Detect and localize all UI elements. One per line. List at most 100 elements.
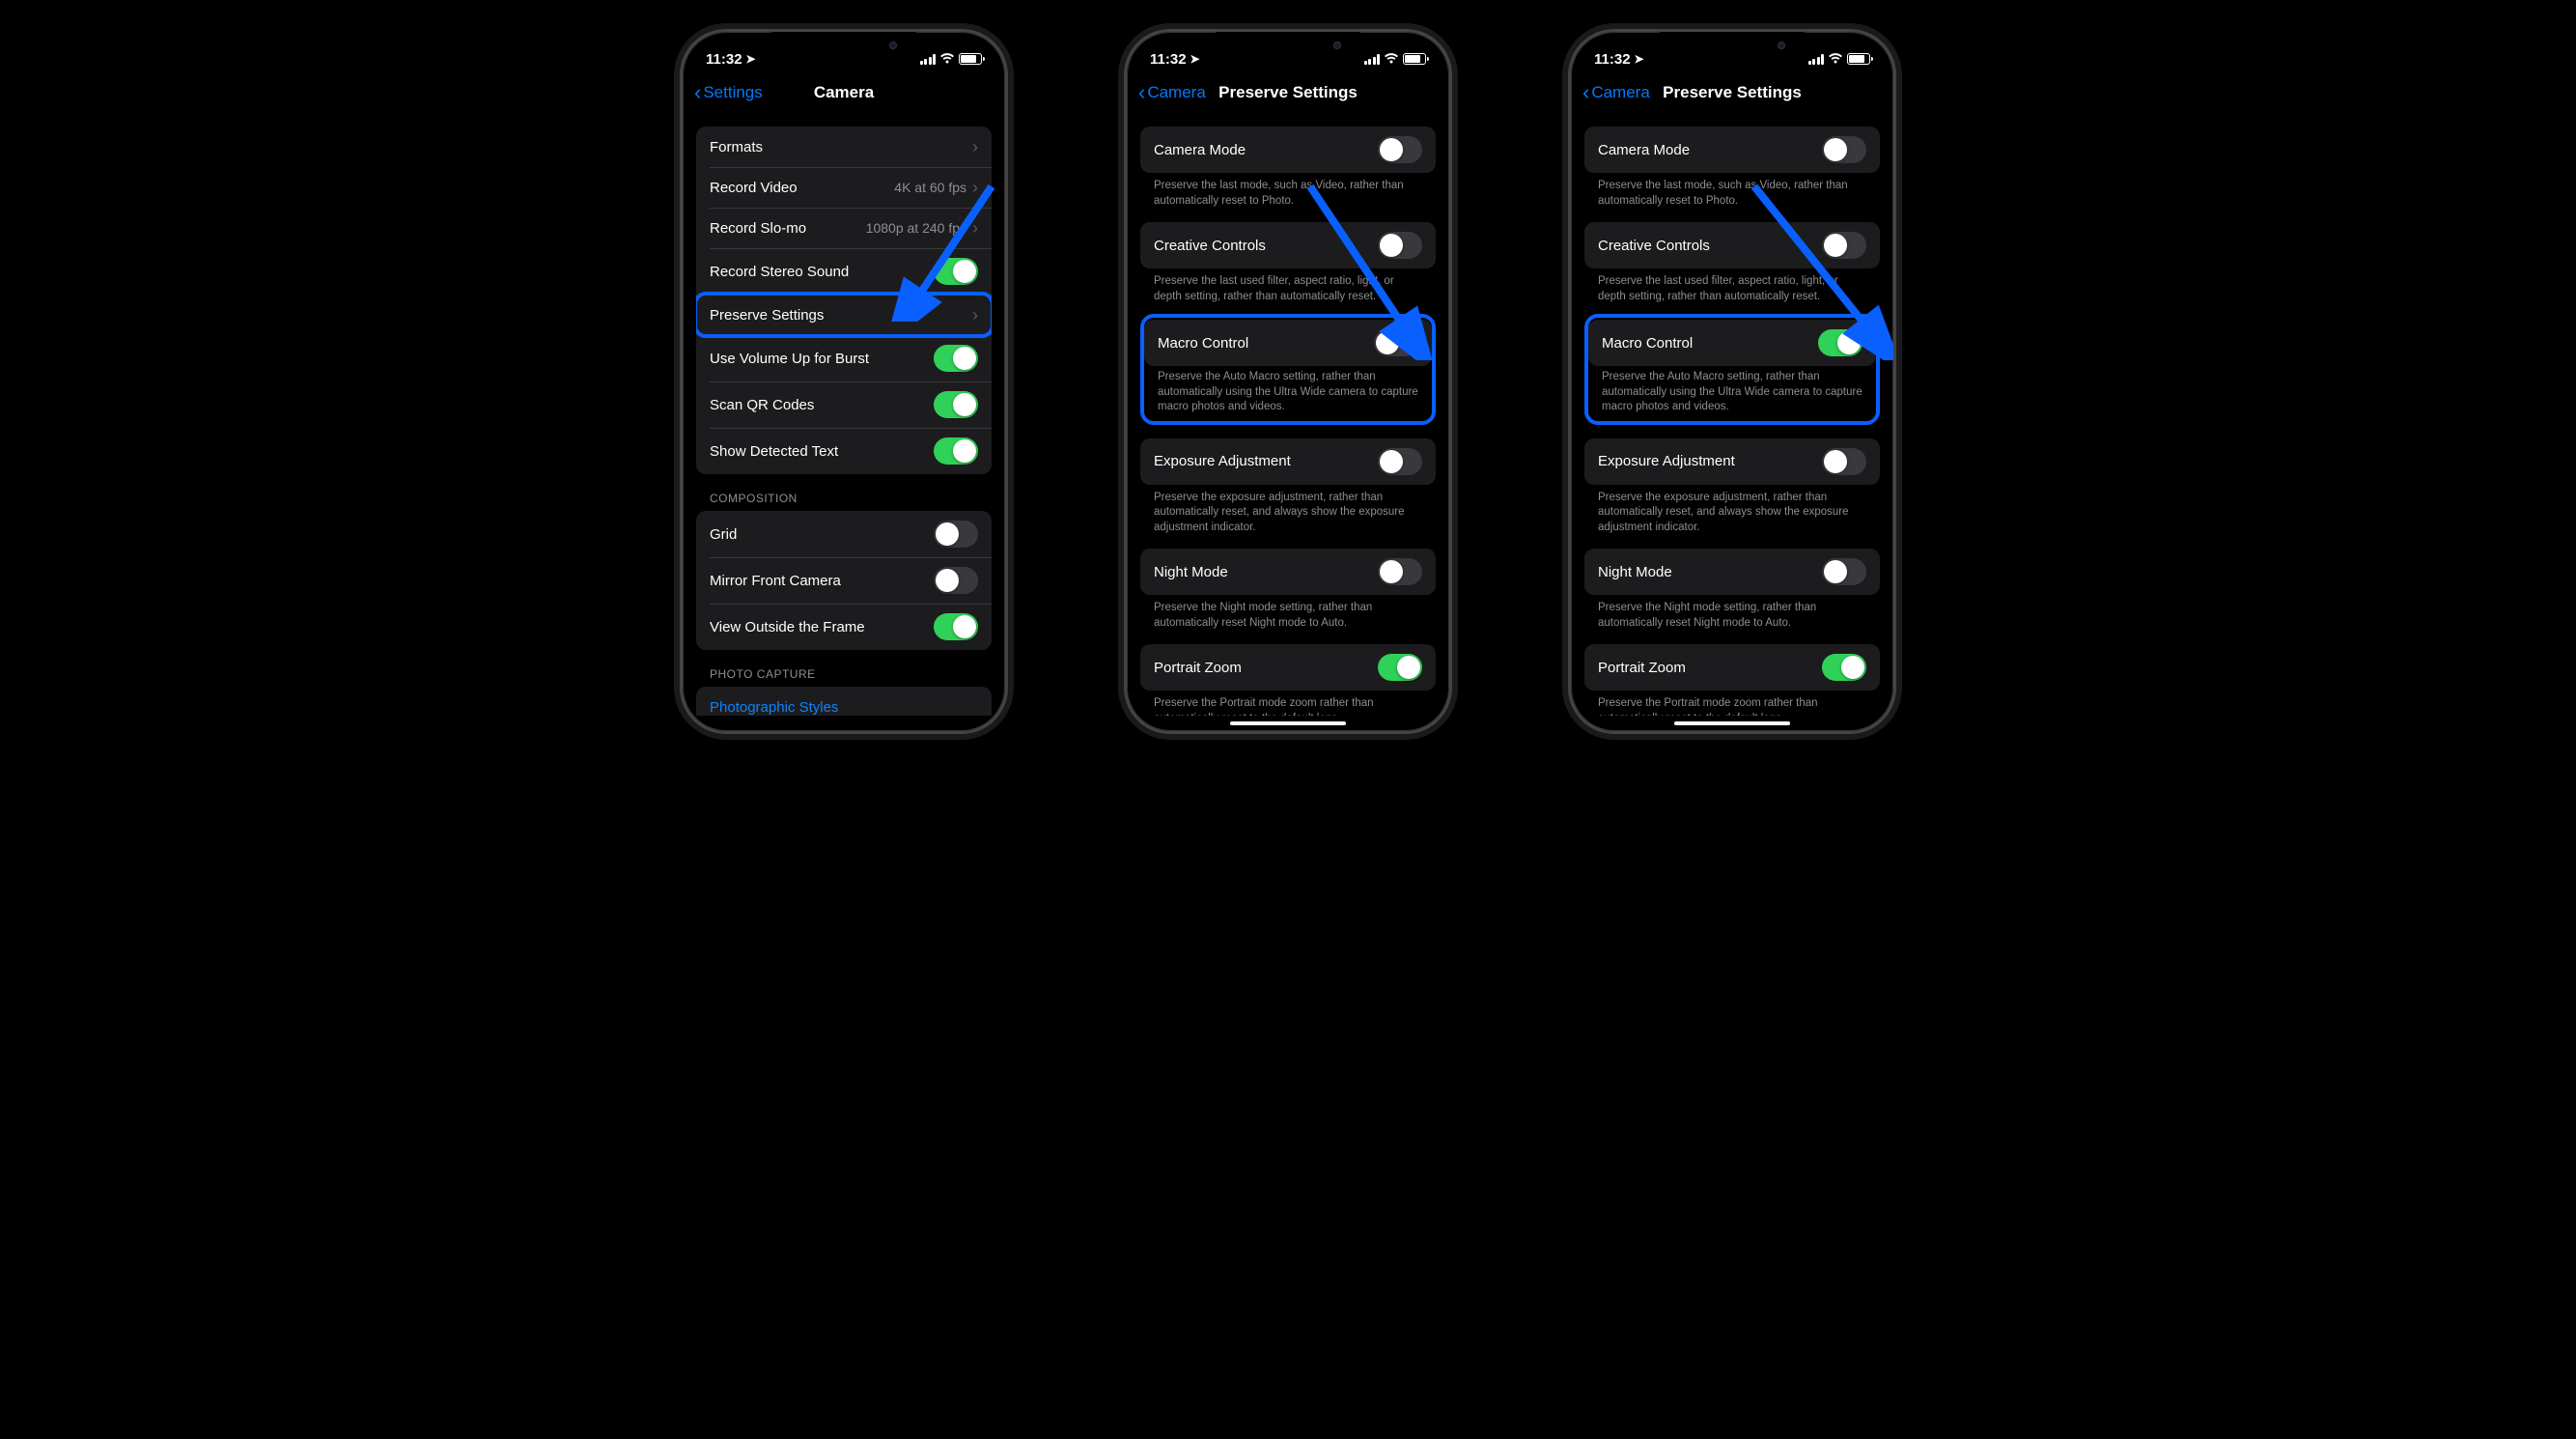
back-label: Camera — [1591, 83, 1649, 102]
creative-controls-toggle[interactable] — [1822, 232, 1866, 259]
exposure-footer: Preserve the exposure adjustment, rather… — [1584, 485, 1880, 536]
back-button[interactable]: ‹ Camera — [1138, 82, 1206, 103]
exposure-row: Exposure Adjustment — [1584, 438, 1880, 485]
macro-control-row: Macro Control — [1588, 320, 1876, 366]
page-title: Preserve Settings — [1218, 83, 1358, 102]
photographic-styles-row[interactable]: Photographic Styles — [696, 687, 992, 716]
portrait-zoom-toggle[interactable] — [1822, 654, 1866, 681]
scan-qr-row: Scan QR Codes — [696, 381, 992, 428]
navigation-bar: ‹ Settings Camera — [683, 74, 1005, 113]
scan-qr-toggle[interactable] — [934, 391, 978, 418]
grid-row: Grid — [696, 511, 992, 557]
mirror-toggle[interactable] — [934, 567, 978, 594]
back-button[interactable]: ‹ Settings — [694, 82, 763, 103]
macro-control-toggle[interactable] — [1374, 329, 1418, 356]
cellular-icon — [1808, 54, 1825, 65]
photo-capture-header: PHOTO CAPTURE — [696, 650, 992, 687]
page-title: Preserve Settings — [1663, 83, 1802, 102]
record-video-row[interactable]: Record Video 4K at 60 fps › — [696, 167, 992, 208]
content: Formats › Record Video 4K at 60 fps › Re… — [683, 113, 1005, 716]
camera-mode-row: Camera Mode — [1584, 127, 1880, 173]
back-label: Camera — [1147, 83, 1205, 102]
status-time: 11:32 — [1594, 51, 1631, 68]
exposure-toggle[interactable] — [1822, 448, 1866, 475]
camera-mode-footer: Preserve the last mode, such as Video, r… — [1584, 173, 1880, 209]
home-indicator[interactable] — [1674, 721, 1790, 725]
location-icon: ➤ — [1190, 52, 1200, 66]
status-time: 11:32 — [1150, 51, 1187, 68]
battery-icon — [1403, 53, 1426, 65]
notch — [1216, 32, 1360, 59]
wifi-icon — [1828, 53, 1843, 65]
macro-control-footer: Preserve the Auto Macro setting, rather … — [1144, 366, 1432, 417]
page-title: Camera — [814, 83, 874, 102]
volume-burst-row: Use Volume Up for Burst — [696, 335, 992, 381]
navigation-bar: ‹ Camera Preserve Settings — [1571, 74, 1893, 113]
record-slomo-row[interactable]: Record Slo-mo 1080p at 240 fps › — [696, 208, 992, 248]
wifi-icon — [939, 53, 955, 65]
show-detected-row: Show Detected Text — [696, 428, 992, 474]
creative-controls-footer: Preserve the last used filter, aspect ra… — [1584, 268, 1880, 304]
portrait-zoom-footer: Preserve the Portrait mode zoom rather t… — [1140, 691, 1436, 716]
chevron-left-icon: ‹ — [694, 82, 701, 103]
notch — [1660, 32, 1805, 59]
formats-row[interactable]: Formats › — [696, 127, 992, 167]
portrait-zoom-row: Portrait Zoom — [1584, 644, 1880, 691]
portrait-zoom-footer: Preserve the Portrait mode zoom rather t… — [1584, 691, 1880, 716]
chevron-left-icon: ‹ — [1582, 82, 1589, 103]
cellular-icon — [1364, 54, 1381, 65]
camera-mode-toggle[interactable] — [1822, 136, 1866, 163]
mirror-row: Mirror Front Camera — [696, 557, 992, 604]
night-mode-toggle[interactable] — [1822, 558, 1866, 585]
location-icon: ➤ — [746, 52, 756, 66]
exposure-row: Exposure Adjustment — [1140, 438, 1436, 485]
back-button[interactable]: ‹ Camera — [1582, 82, 1650, 103]
creative-controls-toggle[interactable] — [1378, 232, 1422, 259]
chevron-right-icon: › — [972, 218, 978, 239]
battery-icon — [959, 53, 982, 65]
content: Camera Mode Preserve the last mode, such… — [1127, 113, 1449, 716]
camera-mode-row: Camera Mode — [1140, 127, 1436, 173]
composition-header: COMPOSITION — [696, 474, 992, 511]
phone-preserve-macro-off: 11:32 ➤ ‹ Camera Preserve Settings Camer… — [1124, 29, 1452, 734]
portrait-zoom-row: Portrait Zoom — [1140, 644, 1436, 691]
view-outside-row: View Outside the Frame — [696, 604, 992, 650]
chevron-left-icon: ‹ — [1138, 82, 1145, 103]
night-mode-row: Night Mode — [1140, 549, 1436, 595]
status-time: 11:32 — [706, 51, 742, 68]
home-indicator[interactable] — [1230, 721, 1346, 725]
cellular-icon — [920, 54, 937, 65]
chevron-right-icon: › — [972, 137, 978, 157]
view-outside-toggle[interactable] — [934, 613, 978, 640]
camera-mode-footer: Preserve the last mode, such as Video, r… — [1140, 173, 1436, 209]
portrait-zoom-toggle[interactable] — [1378, 654, 1422, 681]
battery-icon — [1847, 53, 1870, 65]
macro-control-footer: Preserve the Auto Macro setting, rather … — [1588, 366, 1876, 417]
macro-control-row: Macro Control — [1144, 320, 1432, 366]
macro-control-toggle[interactable] — [1818, 329, 1862, 356]
phone-camera-settings: 11:32 ➤ ‹ Settings Camera Formats › Reco… — [680, 29, 1008, 734]
record-stereo-row: Record Stereo Sound — [696, 248, 992, 295]
chevron-right-icon: › — [972, 305, 978, 325]
location-icon: ➤ — [1635, 52, 1644, 66]
night-mode-footer: Preserve the Night mode setting, rather … — [1140, 595, 1436, 631]
macro-highlight: Macro Control Preserve the Auto Macro se… — [1584, 314, 1880, 425]
grid-toggle[interactable] — [934, 521, 978, 548]
back-label: Settings — [703, 83, 762, 102]
macro-highlight: Macro Control Preserve the Auto Macro se… — [1140, 314, 1436, 425]
exposure-toggle[interactable] — [1378, 448, 1422, 475]
content: Camera Mode Preserve the last mode, such… — [1571, 113, 1893, 716]
show-detected-toggle[interactable] — [934, 437, 978, 465]
chevron-right-icon: › — [972, 178, 978, 198]
creative-controls-row: Creative Controls — [1140, 222, 1436, 268]
night-mode-footer: Preserve the Night mode setting, rather … — [1584, 595, 1880, 631]
record-stereo-toggle[interactable] — [934, 258, 978, 285]
notch — [771, 32, 916, 59]
navigation-bar: ‹ Camera Preserve Settings — [1127, 74, 1449, 113]
wifi-icon — [1384, 53, 1399, 65]
preserve-settings-row[interactable]: Preserve Settings › — [696, 295, 992, 335]
night-mode-toggle[interactable] — [1378, 558, 1422, 585]
volume-burst-toggle[interactable] — [934, 345, 978, 372]
exposure-footer: Preserve the exposure adjustment, rather… — [1140, 485, 1436, 536]
camera-mode-toggle[interactable] — [1378, 136, 1422, 163]
